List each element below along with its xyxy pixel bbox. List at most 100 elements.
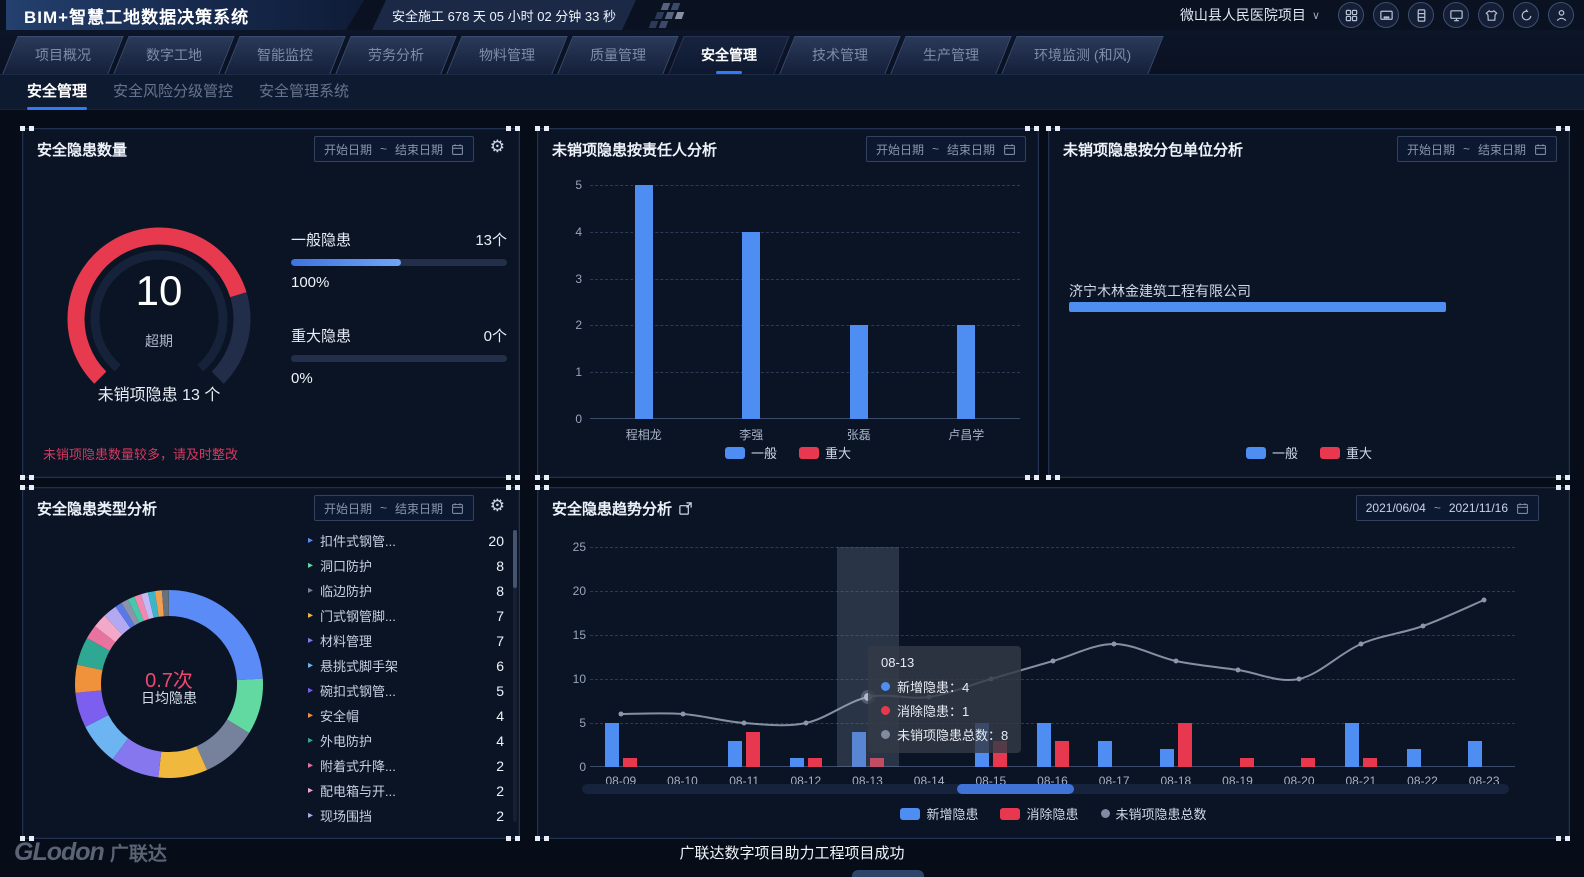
- calendar-icon[interactable]: [451, 143, 464, 156]
- end-date-field[interactable]: 结束日期: [947, 141, 995, 158]
- resize-handle[interactable]: [535, 836, 540, 841]
- tab-6[interactable]: 质量管理: [565, 36, 671, 74]
- tab-3[interactable]: 智能监控: [232, 36, 338, 74]
- resize-handle[interactable]: [1046, 126, 1051, 131]
- start-date-field[interactable]: 开始日期: [876, 141, 924, 158]
- end-date-field[interactable]: 2021/11/16: [1449, 501, 1508, 515]
- end-date-field[interactable]: 结束日期: [395, 500, 443, 517]
- tab-8[interactable]: 技术管理: [787, 36, 893, 74]
- y-axis-tick: 0: [556, 760, 586, 774]
- resize-handle[interactable]: [1556, 126, 1561, 131]
- calendar-icon[interactable]: [1003, 143, 1016, 156]
- start-date-field[interactable]: 2021/06/04: [1366, 501, 1426, 515]
- resize-handle[interactable]: [1025, 475, 1030, 480]
- type-list-item[interactable]: ▸门式钢管脚...7: [308, 603, 504, 628]
- tab-10[interactable]: 环境监测 (和风): [1009, 36, 1156, 74]
- bottom-peek-tab[interactable]: [852, 870, 924, 877]
- resize-handle[interactable]: [506, 836, 511, 841]
- resize-handle[interactable]: [20, 485, 25, 490]
- start-date-field[interactable]: 开始日期: [324, 141, 372, 158]
- y-axis-tick: 25: [556, 540, 586, 554]
- y-axis-tick: 15: [556, 628, 586, 642]
- resize-handle[interactable]: [535, 475, 540, 480]
- apps-grid-icon[interactable]: [1338, 2, 1364, 28]
- type-list-item[interactable]: ▸现场围挡2: [308, 803, 504, 828]
- type-list-item[interactable]: ▸洞口防护8: [308, 553, 504, 578]
- resize-handle[interactable]: [506, 475, 511, 480]
- type-list-item[interactable]: ▸临边防护8: [308, 578, 504, 603]
- date-range-picker[interactable]: 2021/06/04 ~ 2021/11/16: [1356, 495, 1539, 521]
- tab-9[interactable]: 生产管理: [898, 36, 1004, 74]
- type-label: 扣件式钢管...: [320, 531, 488, 550]
- legend-item[interactable]: 一般: [1246, 443, 1298, 462]
- subnav-item-3[interactable]: 安全管理系统: [259, 75, 349, 110]
- tab-7[interactable]: 安全管理: [676, 36, 782, 74]
- resize-handle[interactable]: [506, 126, 511, 131]
- resize-handle[interactable]: [1556, 475, 1561, 480]
- project-selector[interactable]: 微山县人民医院项目 ∨: [1180, 0, 1320, 30]
- app-title-box: BIM+智慧工地数据决策系统: [6, 0, 364, 30]
- resize-handle[interactable]: [1046, 475, 1051, 480]
- start-date-field[interactable]: 开始日期: [1407, 141, 1455, 158]
- type-list-item[interactable]: ▸安全帽4: [308, 703, 504, 728]
- type-list-item[interactable]: ▸配电箱与开...2: [308, 778, 504, 803]
- resize-handle[interactable]: [535, 485, 540, 490]
- date-range-picker[interactable]: 开始日期 ~ 结束日期: [1397, 136, 1557, 162]
- gridline: [590, 325, 1020, 326]
- resize-handle[interactable]: [1025, 126, 1030, 131]
- legend-item[interactable]: 重大: [799, 443, 851, 462]
- date-range-picker[interactable]: 开始日期 ~ 结束日期: [866, 136, 1026, 162]
- date-range-picker[interactable]: 开始日期 ~ 结束日期: [314, 136, 474, 162]
- server-icon[interactable]: [1408, 2, 1434, 28]
- user-icon[interactable]: [1548, 2, 1574, 28]
- projector-icon[interactable]: [1373, 2, 1399, 28]
- tab-2[interactable]: 数字工地: [121, 36, 227, 74]
- legend-item[interactable]: 重大: [1320, 443, 1372, 462]
- expand-icon[interactable]: [678, 501, 693, 516]
- gear-icon[interactable]: ⚙: [490, 138, 505, 155]
- legend-item[interactable]: 新增隐患: [900, 804, 978, 823]
- tab-1[interactable]: 项目概况: [10, 36, 116, 74]
- legend-swatch: [1246, 447, 1266, 459]
- subnav-item-1[interactable]: 安全管理: [27, 75, 87, 110]
- legend-item[interactable]: 消除隐患: [1000, 804, 1078, 823]
- refresh-icon[interactable]: [1513, 2, 1539, 28]
- trend-chart: 08-0908-1008-1108-1208-1308-1408-1508-16…: [590, 547, 1515, 767]
- type-list-item[interactable]: ▸悬挑式脚手架6: [308, 653, 504, 678]
- datazoom-slider[interactable]: [582, 784, 1509, 794]
- resize-handle[interactable]: [20, 126, 25, 131]
- legend-item[interactable]: 未销项隐患总数: [1101, 804, 1207, 823]
- calendar-icon[interactable]: [1516, 502, 1529, 515]
- resize-handle[interactable]: [20, 475, 25, 480]
- end-date-field[interactable]: 结束日期: [395, 141, 443, 158]
- main-navbar: 项目概况数字工地智能监控劳务分析物料管理质量管理安全管理技术管理生产管理环境监测…: [0, 30, 1584, 75]
- type-list-item[interactable]: ▸扣件式钢管...20: [308, 528, 504, 553]
- datazoom-thumb[interactable]: [957, 784, 1074, 794]
- monitor-icon[interactable]: [1443, 2, 1469, 28]
- tab-5[interactable]: 物料管理: [454, 36, 560, 74]
- calendar-icon[interactable]: [1534, 143, 1547, 156]
- start-date-field[interactable]: 开始日期: [324, 500, 372, 517]
- stat-percent: 0%: [291, 370, 507, 387]
- open-hazard-summary: 未销项隐患 13 个: [59, 381, 259, 405]
- gear-icon[interactable]: ⚙: [490, 497, 505, 514]
- tshirt-icon[interactable]: [1478, 2, 1504, 28]
- type-list-item[interactable]: ▸碗扣式钢管...5: [308, 678, 504, 703]
- legend-item[interactable]: 一般: [725, 443, 777, 462]
- type-list-item[interactable]: ▸材料管理7: [308, 628, 504, 653]
- subnav-item-2[interactable]: 安全风险分级管控: [113, 75, 233, 110]
- end-date-field[interactable]: 结束日期: [1478, 141, 1526, 158]
- type-list-item[interactable]: ▸附着式升降...2: [308, 753, 504, 778]
- tab-4[interactable]: 劳务分析: [343, 36, 449, 74]
- date-separator: ~: [380, 501, 387, 515]
- resize-handle[interactable]: [1556, 485, 1561, 490]
- decoration-square: [659, 21, 669, 28]
- date-range-picker[interactable]: 开始日期 ~ 结束日期: [314, 495, 474, 521]
- resize-handle[interactable]: [535, 126, 540, 131]
- resize-handle[interactable]: [506, 485, 511, 490]
- resize-handle[interactable]: [1556, 836, 1561, 841]
- list-scrollbar[interactable]: [513, 530, 517, 822]
- type-list-item[interactable]: ▸外电防护4: [308, 728, 504, 753]
- calendar-icon[interactable]: [451, 502, 464, 515]
- y-axis-tick: 5: [552, 178, 582, 192]
